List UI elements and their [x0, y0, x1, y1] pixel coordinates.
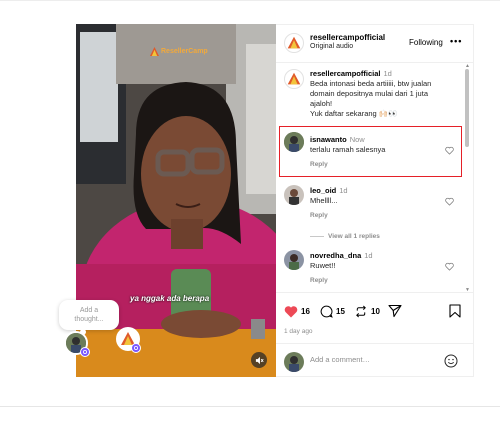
resellercamp-logo-icon: [287, 72, 301, 85]
caption-time: 1d: [383, 69, 392, 78]
add-thought-bubble[interactable]: Add a thought...: [59, 300, 119, 330]
like-comment-icon[interactable]: [445, 262, 454, 271]
comment-composer: [276, 343, 473, 378]
caption-line: Beda intonasi beda artiiiii, btw jualan: [310, 79, 432, 88]
likes-count: 16: [301, 307, 310, 316]
comment-button[interactable]: 15: [320, 305, 345, 318]
comment-text: Ruwet!!: [310, 261, 336, 270]
comment-username[interactable]: isnawanto: [310, 135, 347, 144]
note-badge-icon: [80, 347, 90, 357]
more-options-icon[interactable]: •••: [450, 36, 462, 46]
caption-line: Yuk daftar sekarang 🙌🏻👀: [310, 109, 398, 118]
action-bar: 16 15 10 1 day ago: [276, 292, 473, 342]
post-age[interactable]: 1 day ago: [284, 328, 313, 335]
like-comment-icon[interactable]: [445, 197, 454, 206]
person-photo-icon: [284, 352, 304, 372]
comment-text: terlalu ramah salesnya: [310, 145, 386, 154]
video-subtitle: ya nggak ada berapa: [130, 294, 210, 303]
person-photo-icon: [284, 185, 304, 205]
caption-line: ajaloh!: [310, 99, 333, 108]
header-avatar[interactable]: [284, 33, 304, 53]
add-comment-input[interactable]: [310, 355, 440, 364]
post-header: resellercampofficial Original audio Foll…: [276, 25, 473, 63]
comment-item: novredha_dna 1d Ruwet!!: [310, 251, 373, 271]
share-icon[interactable]: [388, 304, 402, 318]
my-avatar: [284, 352, 304, 372]
resellercamp-logo-icon: [287, 36, 301, 49]
comment-avatar[interactable]: [284, 185, 304, 205]
thought-placeholder-line2: thought...: [74, 316, 104, 323]
post-caption: resellercampofficial 1d Beda intonasi bed…: [310, 69, 460, 119]
brand-logo-icon: [150, 47, 159, 56]
reply-button[interactable]: Reply: [310, 212, 328, 219]
audio-label[interactable]: Original audio: [310, 43, 353, 50]
post-details-panel: resellercampofficial Original audio Foll…: [276, 24, 474, 377]
comment-time: 1d: [339, 186, 348, 195]
comments-count: 15: [336, 307, 345, 316]
comment-bubble-icon: [320, 305, 333, 318]
comment-username[interactable]: novredha_dna: [310, 251, 361, 260]
comment-text: Mhellll...: [310, 196, 338, 205]
view-replies-label: View all 1 replies: [328, 233, 380, 240]
emoji-icon[interactable]: [444, 354, 458, 368]
caption-avatar[interactable]: [284, 69, 304, 89]
mute-button[interactable]: [251, 352, 267, 368]
header-username[interactable]: resellercampofficial: [310, 33, 385, 42]
comment-avatar[interactable]: [284, 250, 304, 270]
bookmark-icon[interactable]: [449, 304, 461, 318]
comment-item: leo_oid 1d Mhellll...: [310, 186, 348, 206]
top-divider: [0, 0, 500, 1]
caption-line: domain depositnya mulai dari 1 juta: [310, 89, 428, 98]
repost-button[interactable]: 10: [354, 305, 380, 318]
like-button[interactable]: 16: [284, 305, 310, 318]
reposts-count: 10: [371, 307, 380, 316]
note-badge-icon: [131, 343, 141, 353]
like-comment-icon[interactable]: [445, 146, 454, 155]
reply-button[interactable]: Reply: [310, 277, 328, 284]
speaker-muted-icon: [255, 356, 264, 364]
comment-avatar[interactable]: [284, 132, 304, 152]
caption-username[interactable]: resellercampofficial: [310, 69, 380, 78]
heart-filled-icon: [284, 306, 298, 318]
reply-button[interactable]: Reply: [310, 161, 328, 168]
comments-scrollbar[interactable]: [465, 69, 469, 147]
repost-icon: [356, 305, 366, 318]
comment-item: isnawanto Now terlalu ramah salesnya: [310, 135, 385, 155]
person-photo-icon: [284, 132, 304, 152]
bottom-divider: [0, 406, 500, 407]
brand-watermark: ResellerCamp: [150, 47, 208, 56]
comment-time: Now: [349, 135, 365, 144]
brand-text: ResellerCamp: [161, 48, 208, 55]
view-replies-button[interactable]: View all 1 replies: [310, 233, 380, 240]
comment-time: 1d: [364, 251, 373, 260]
comment-username[interactable]: leo_oid: [310, 186, 336, 195]
thought-placeholder-line1: Add a: [79, 306, 99, 314]
view-replies-dash: [310, 236, 324, 237]
following-button[interactable]: Following: [409, 38, 443, 47]
person-photo-icon: [284, 250, 304, 270]
